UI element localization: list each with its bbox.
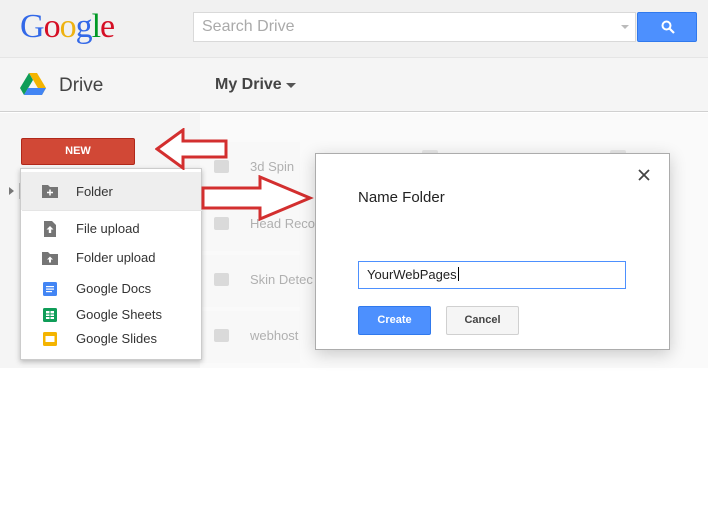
file-upload-icon [44,221,56,237]
new-menu: Folder File upload Folder upload Google … [20,168,202,360]
logo-letter: g [75,8,93,45]
file-name[interactable]: Skin Detec [250,272,313,287]
menu-item-label: Folder [76,184,113,199]
menu-item-folder[interactable]: Folder [21,172,201,210]
dialog-title: Name Folder [358,189,445,206]
expand-icon[interactable] [9,187,14,195]
close-icon[interactable] [636,167,652,183]
menu-item-google-docs[interactable]: Google Docs [21,277,201,301]
text-cursor [457,267,459,281]
menu-item-label: Google Sheets [76,307,163,322]
menu-item-google-sheets[interactable]: Google Sheets [21,303,201,327]
location-dropdown[interactable]: My Drive [215,76,282,94]
cancel-button[interactable]: Cancel [446,306,519,335]
search-input[interactable]: Search Drive [193,12,636,42]
slides-icon [43,332,57,346]
menu-item-label: Google Slides [76,331,157,346]
docs-icon [43,282,57,296]
logo-letter: e [100,8,115,45]
search-options-icon[interactable] [621,25,629,29]
folder-name-value: YourWebPages [367,267,457,282]
logo-letter: l [91,8,102,45]
menu-item-file-upload[interactable]: File upload [21,217,201,241]
top-bar: Google Search Drive [0,0,708,58]
google-logo[interactable]: Google [20,8,115,46]
logo-letter: o [43,8,61,45]
menu-item-label: Folder upload [76,250,156,265]
menu-item-label: Google Docs [76,281,152,296]
logo-letter: G [20,8,45,45]
menu-item-folder-upload[interactable]: Folder upload [21,246,201,270]
search-button[interactable] [637,12,697,42]
folder-upload-icon [42,252,58,265]
new-button[interactable]: NEW [21,138,135,165]
search-placeholder: Search Drive [202,18,295,35]
shared-folder-icon [214,273,229,286]
name-folder-dialog: Name Folder YourWebPages Create Cancel [315,153,670,350]
menu-item-label: File upload [76,221,140,236]
drive-window: Google Search Drive Drive My Drive 3d Sp… [0,0,708,526]
menu-item-google-slides[interactable]: Google Slides [21,327,201,351]
sheets-icon [43,308,57,322]
folder-add-icon [42,185,58,198]
logo-letter: o [59,8,77,45]
create-button[interactable]: Create [358,306,431,335]
folder-name-input[interactable]: YourWebPages [358,261,626,289]
drive-header: Drive My Drive [0,58,708,112]
file-name[interactable]: webhost [250,328,298,343]
folder-icon [214,329,229,342]
drive-logo-icon [20,73,46,95]
annotation-arrow-right-icon [201,175,314,221]
menu-divider [22,210,202,211]
chevron-down-icon[interactable] [286,83,296,88]
file-name[interactable]: 3d Spin [250,159,294,174]
annotation-arrow-left-icon [155,128,228,170]
app-title[interactable]: Drive [59,75,103,97]
search-icon [661,20,675,34]
